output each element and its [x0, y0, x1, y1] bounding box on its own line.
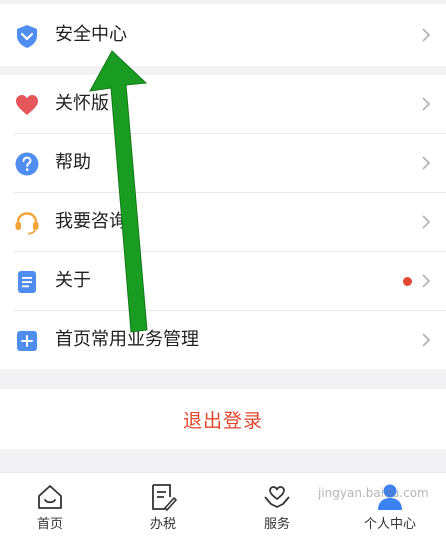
menu-item-label: 我要咨询 [55, 211, 127, 232]
menu-item-label: 关怀版 [55, 93, 109, 114]
logout-label: 退出登录 [182, 410, 263, 432]
logout-button[interactable]: 退出登录 [0, 389, 446, 449]
menu-item-home-business-management[interactable]: 首页常用业务管理 [0, 311, 446, 370]
menu-item-label: 帮助 [55, 152, 91, 173]
security-group: 安全中心 [0, 4, 446, 66]
tab-label: 个人中心 [363, 517, 416, 532]
grid-plus-icon [17, 331, 37, 351]
tab-label: 办税 [149, 517, 176, 532]
menu-list: 关怀版 帮助 我要咨询 关于 首页常用业务管理 [0, 75, 446, 369]
chevron-right-icon [422, 274, 431, 288]
tab-label: 服务 [263, 517, 290, 532]
menu-item-label: 安全中心 [55, 24, 127, 45]
home-icon [38, 485, 62, 509]
chevron-right-icon [422, 28, 431, 42]
tab-home[interactable]: 首页 [10, 473, 90, 540]
menu-item-care-mode[interactable]: 关怀版 [0, 75, 446, 134]
chevron-right-icon [422, 97, 431, 111]
heart-hands-icon [264, 486, 290, 508]
watermark: jingyan.baidu.com [318, 486, 429, 500]
menu-item-about[interactable]: 关于 [0, 252, 446, 311]
chevron-right-icon [422, 215, 431, 229]
menu-item-label: 首页常用业务管理 [55, 329, 199, 350]
menu-item-consult[interactable]: 我要咨询 [0, 193, 446, 252]
tab-personal-center[interactable]: 个人中心 [350, 473, 430, 540]
menu-item-security-center[interactable]: 安全中心 [0, 6, 446, 65]
chevron-right-icon [422, 156, 431, 170]
help-icon [15, 152, 39, 176]
menu-item-label: 关于 [55, 270, 91, 291]
document-icon [18, 271, 36, 293]
headset-icon [15, 212, 39, 235]
notification-dot [403, 277, 412, 286]
tab-tax[interactable]: 办税 [123, 473, 203, 540]
heart-icon [16, 95, 38, 115]
edit-icon [152, 484, 177, 511]
tab-service[interactable]: 服务 [237, 473, 317, 540]
chevron-right-icon [422, 333, 431, 347]
bottom-tab-bar: 首页 办税 服务 个人中心 [0, 472, 446, 540]
tab-label: 首页 [36, 517, 63, 532]
shield-icon [17, 25, 37, 48]
menu-item-help[interactable]: 帮助 [0, 134, 446, 193]
